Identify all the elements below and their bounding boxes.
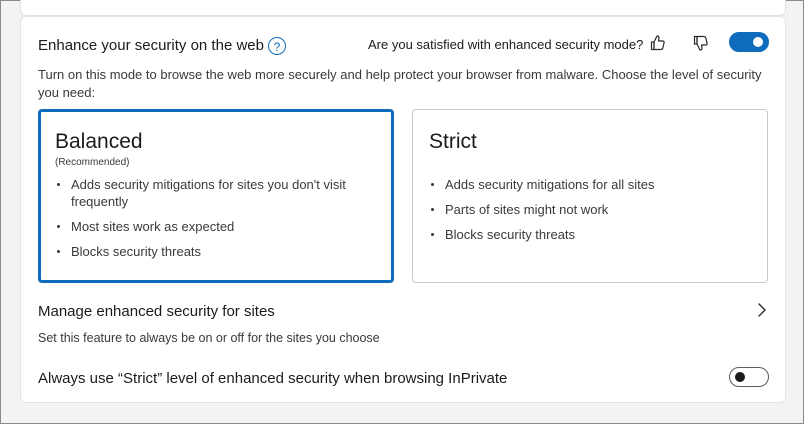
mode-feature: Most sites work as expected: [55, 218, 355, 235]
satisfaction-prompt: Are you satisfied with enhanced security…: [368, 37, 644, 52]
balanced-mode-option[interactable]: Balanced (Recommended) Adds security mit…: [38, 109, 394, 283]
manage-sites-title[interactable]: Manage enhanced security for sites: [38, 303, 275, 320]
enhanced-security-toggle[interactable]: [729, 32, 769, 52]
inprivate-strict-title: Always use “Strict” level of enhanced se…: [38, 370, 508, 387]
mode-feature: Blocks security threats: [55, 243, 355, 260]
mode-feature: Adds security mitigations for sites you …: [55, 176, 355, 210]
mode-title: Strict: [429, 130, 477, 153]
manage-sites-subtitle: Set this feature to always be on or off …: [38, 331, 380, 345]
chevron-right-icon[interactable]: [755, 301, 769, 319]
help-icon[interactable]: ?: [268, 37, 286, 55]
mode-features-list: Adds security mitigations for all sites …: [429, 176, 729, 251]
mode-feature: Blocks security threats: [429, 226, 729, 243]
toggle-knob: [735, 372, 745, 382]
thumbs-up-icon[interactable]: [648, 33, 668, 53]
previous-settings-card: [20, 0, 786, 16]
strict-mode-option[interactable]: Strict Adds security mitigations for all…: [412, 109, 768, 283]
inprivate-strict-toggle[interactable]: [729, 367, 769, 387]
mode-features-list: Adds security mitigations for sites you …: [55, 176, 355, 268]
thumbs-down-icon[interactable]: [691, 33, 711, 53]
mode-title: Balanced: [55, 130, 143, 153]
enhance-security-title: Enhance your security on the web: [38, 37, 264, 54]
mode-subtitle: (Recommended): [55, 157, 130, 168]
mode-feature: Adds security mitigations for all sites: [429, 176, 729, 193]
enhance-description: Turn on this mode to browse the web more…: [38, 67, 762, 100]
toggle-knob: [753, 37, 763, 47]
mode-feature: Parts of sites might not work: [429, 201, 729, 218]
enhanced-security-card: Enhance your security on the web ? Are y…: [20, 16, 786, 403]
